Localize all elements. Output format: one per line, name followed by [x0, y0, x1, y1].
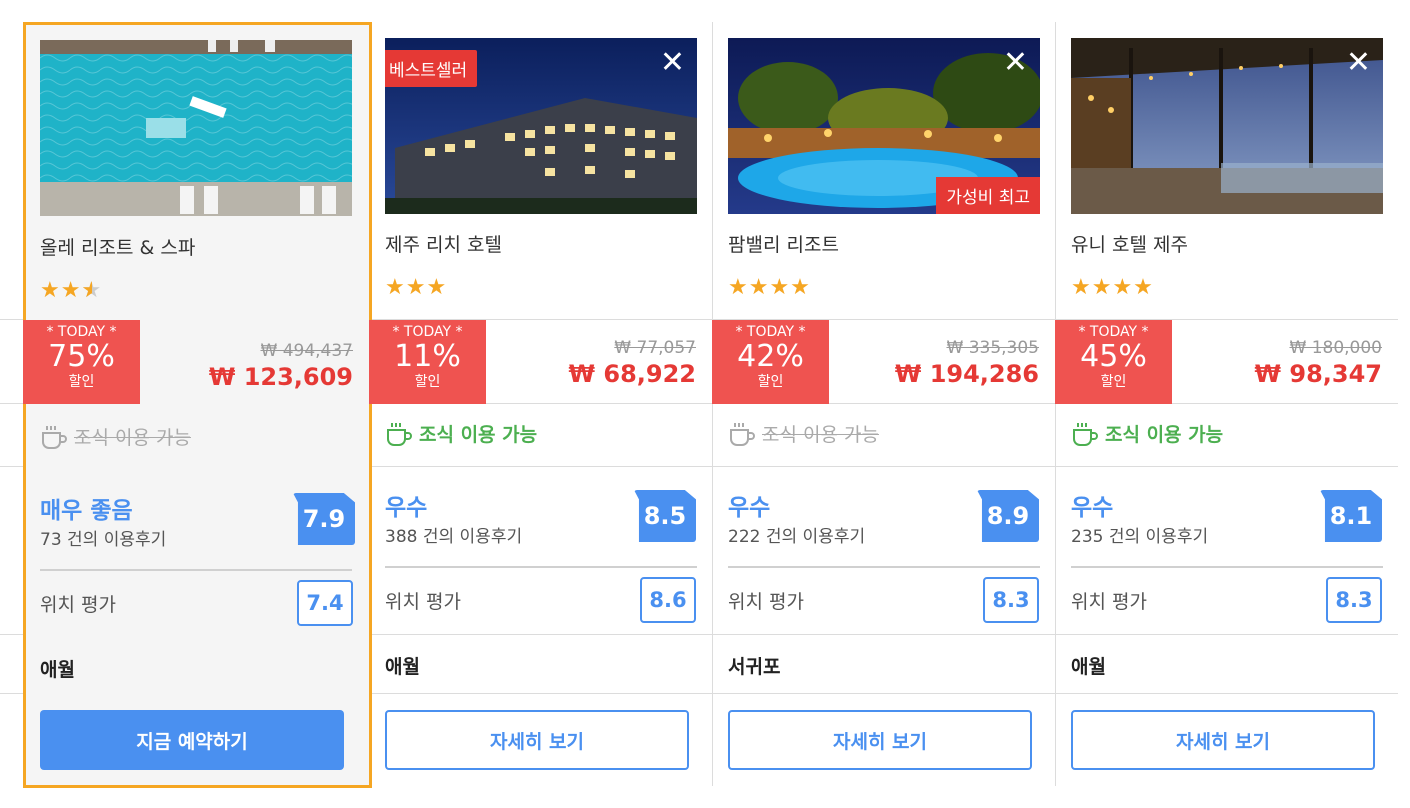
- hotel-name[interactable]: 제주 리치 호텔: [385, 230, 502, 257]
- star-icon: ★★★: [385, 275, 448, 300]
- today-label: * TODAY *: [735, 324, 806, 340]
- today-label: * TODAY *: [1078, 324, 1149, 340]
- discount-percent: 75%: [48, 339, 115, 374]
- close-icon[interactable]: ✕: [1346, 48, 1371, 78]
- sale-price: ₩ 123,609: [208, 363, 353, 391]
- location-rating-label: 위치 평가: [385, 591, 461, 613]
- coffee-cup-icon: [1073, 422, 1098, 446]
- breakfast-info: 조식 이용 가능: [385, 420, 537, 447]
- hotel-name[interactable]: 유니 호텔 제주: [1071, 230, 1188, 257]
- discount-suffix: 할인: [757, 374, 784, 390]
- original-price: ₩ 494,437: [260, 341, 353, 361]
- sale-price: ₩ 194,286: [894, 360, 1039, 388]
- review-score: 7.9: [293, 493, 355, 545]
- hotel-photo[interactable]: 가성비 최고 ✕: [728, 38, 1040, 214]
- today-discount-badge: * TODAY * 75% 할인: [23, 320, 140, 404]
- review-grade: 우수: [1071, 495, 1114, 521]
- hotel-area: 애월: [385, 656, 420, 678]
- review-count[interactable]: 388 건의 이용후기: [385, 522, 522, 547]
- hotel-photo[interactable]: 베스트셀러 ✕: [385, 38, 697, 214]
- breakfast-label: 조식 이용 가능: [74, 427, 191, 449]
- section-separator: [385, 566, 697, 568]
- hotel-area: 애월: [1071, 656, 1106, 678]
- location-score: 8.6: [640, 577, 696, 623]
- sale-price: ₩ 98,347: [1254, 360, 1382, 388]
- review-score: 8.5: [634, 490, 696, 542]
- review-score: 8.9: [977, 490, 1039, 542]
- hotel-photo[interactable]: ✕: [1071, 38, 1383, 214]
- today-discount-badge: * TODAY * 45% 할인: [1055, 320, 1172, 404]
- review-count[interactable]: 235 건의 이용후기: [1071, 522, 1208, 547]
- star-rating: ★★★: [385, 275, 447, 300]
- coffee-cup-icon: [42, 425, 67, 449]
- today-label: * TODAY *: [46, 324, 117, 340]
- bestseller-badge: 베스트셀러: [385, 50, 478, 87]
- star-rating: ★★★: [40, 278, 102, 303]
- review-score: 8.1: [1320, 490, 1382, 542]
- hotel-area: 애월: [40, 659, 75, 681]
- today-discount-badge: * TODAY * 11% 할인: [369, 320, 486, 404]
- breakfast-info: 조식 이용 가능: [728, 420, 879, 447]
- section-separator: [40, 569, 352, 571]
- breakfast-label: 조식 이용 가능: [762, 424, 879, 446]
- hotel-name[interactable]: 올레 리조트 & 스파: [40, 233, 195, 260]
- discount-percent: 11%: [394, 339, 461, 374]
- discount-percent: 45%: [1080, 339, 1147, 374]
- discount-suffix: 할인: [1100, 374, 1127, 390]
- breakfast-label: 조식 이용 가능: [1105, 424, 1224, 446]
- discount-percent: 42%: [737, 339, 804, 374]
- hotel-photo[interactable]: [40, 40, 352, 216]
- location-score: 7.4: [297, 580, 353, 626]
- today-label: * TODAY *: [392, 324, 463, 340]
- half-star-icon: ★: [81, 278, 102, 303]
- close-icon[interactable]: ✕: [660, 48, 685, 78]
- breakfast-info: 조식 이용 가능: [1071, 420, 1223, 447]
- book-now-button[interactable]: 지금 예약하기: [40, 710, 344, 770]
- coffee-cup-icon: [387, 422, 412, 446]
- review-grade: 매우 좋음: [40, 498, 133, 524]
- best-value-badge: 가성비 최고: [936, 177, 1040, 214]
- discount-suffix: 할인: [68, 374, 95, 390]
- view-details-button[interactable]: 자세히 보기: [728, 710, 1032, 770]
- sale-price: ₩ 68,922: [568, 360, 696, 388]
- hotel-card[interactable]: ✕ 유니 호텔 제주 ★★★★ * TODAY * 45% 할인 ₩ 180,0…: [1055, 22, 1398, 786]
- location-score: 8.3: [983, 577, 1039, 623]
- section-separator: [1071, 566, 1383, 568]
- hotel-name[interactable]: 팜밸리 리조트: [728, 230, 839, 257]
- location-rating-label: 위치 평가: [40, 594, 116, 616]
- coffee-cup-icon: [730, 422, 755, 446]
- section-separator: [728, 566, 1040, 568]
- hotel-area: 서귀포: [728, 656, 781, 678]
- view-details-button[interactable]: 자세히 보기: [1071, 710, 1375, 770]
- close-icon[interactable]: ✕: [1003, 48, 1028, 78]
- star-icon: ★★★★: [728, 275, 811, 300]
- hotel-card[interactable]: 올레 리조트 & 스파 ★★★ * TODAY * 75% 할인 ₩ 494,4…: [23, 22, 372, 788]
- breakfast-info: 조식 이용 가능: [40, 423, 191, 450]
- discount-suffix: 할인: [414, 374, 441, 390]
- review-grade: 우수: [385, 495, 428, 521]
- location-rating-label: 위치 평가: [728, 591, 804, 613]
- review-count[interactable]: 73 건의 이용후기: [40, 525, 166, 550]
- today-discount-badge: * TODAY * 42% 할인: [712, 320, 829, 404]
- star-icon: ★★★★: [1071, 275, 1154, 300]
- breakfast-label: 조식 이용 가능: [419, 424, 538, 446]
- original-price: ₩ 77,057: [614, 338, 696, 358]
- review-grade: 우수: [728, 495, 771, 521]
- review-count[interactable]: 222 건의 이용후기: [728, 522, 865, 547]
- original-price: ₩ 180,000: [1289, 338, 1382, 358]
- location-score: 8.3: [1326, 577, 1382, 623]
- star-rating: ★★★★: [1071, 275, 1154, 300]
- hotel-card[interactable]: 가성비 최고 ✕ 팜밸리 리조트 ★★★★ * TODAY * 42% 할인 ₩…: [712, 22, 1055, 786]
- star-icon: ★★: [40, 278, 82, 303]
- hotel-card[interactable]: 베스트셀러 ✕ 제주 리치 호텔 ★★★ * TODAY * 11% 할인 ₩ …: [369, 22, 712, 786]
- original-price: ₩ 335,305: [946, 338, 1039, 358]
- location-rating-label: 위치 평가: [1071, 591, 1147, 613]
- view-details-button[interactable]: 자세히 보기: [385, 710, 689, 770]
- star-rating: ★★★★: [728, 275, 811, 300]
